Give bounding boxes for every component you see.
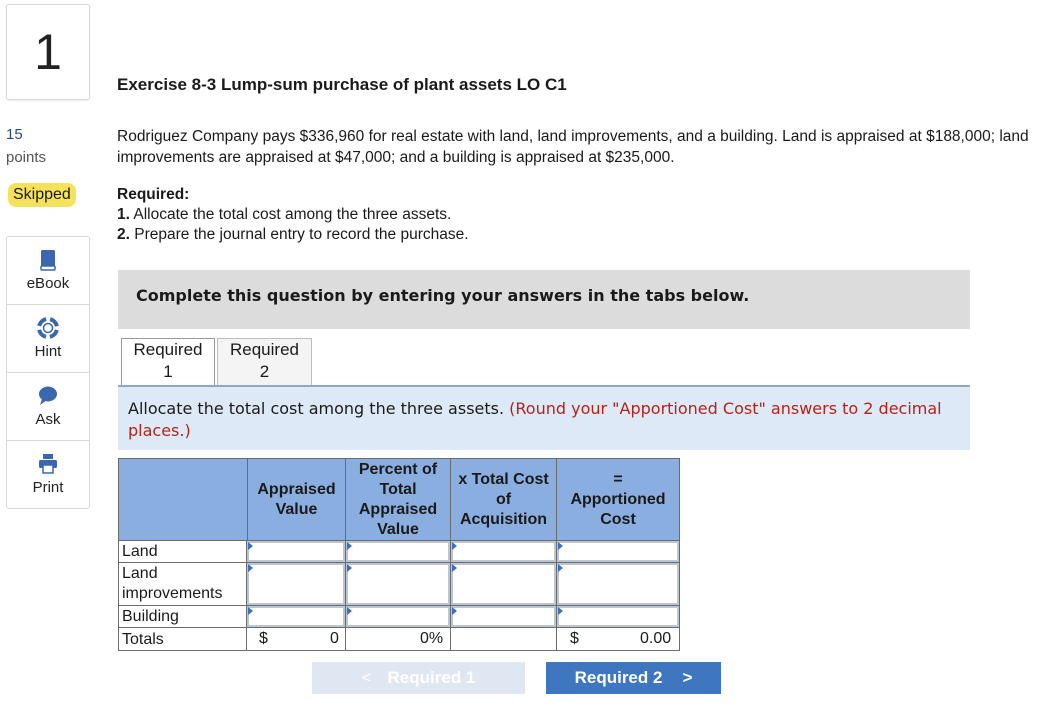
totals-currency-appraised: $ [259,630,268,647]
header-apportioned-cost: Apportioned Cost [570,490,666,528]
tab-2-line1: Required [230,340,299,359]
improvements-percent-input[interactable] [346,563,450,605]
hint-button[interactable]: Hint [7,305,89,373]
chat-bubble-icon [39,386,57,405]
chevron-left-icon: < [361,668,372,687]
print-label: Print [32,479,64,496]
totals-currency-apportioned: $ [570,630,579,647]
problem-text: Rodriguez Company pays $336,960 for real… [117,128,1029,166]
instruction-box: Allocate the total cost among the three … [118,387,970,450]
header-total-cost: x Total Cost of Acquisition [450,458,556,541]
instruction-paragraph: Allocate the total cost among the three … [128,398,958,442]
next-button-label: Required 2 [574,668,663,687]
building-appraised-input[interactable] [247,606,345,627]
instructions-banner: Complete this question by entering your … [118,270,970,329]
question-number: 1 [6,4,90,100]
prev-button-label: Required 1 [387,668,476,687]
required-item-2: 2. Prepare the journal entry to record t… [117,226,469,244]
tab-required-1[interactable]: Required 1 [121,338,215,385]
land-appraised-input[interactable] [247,541,345,562]
points-value: 15 [6,126,23,143]
tab-required-2[interactable]: Required 2 [217,338,312,385]
tools-panel: eBook Hint Ask Print [6,236,90,509]
land-percent-input[interactable] [346,541,450,562]
ebook-button[interactable]: eBook [7,237,89,305]
row-label-land-improvements: Land improvements [122,565,223,602]
instruction-text: Allocate the total cost among the three … [128,399,505,418]
points-label: points [6,149,47,166]
chevron-right-icon: > [682,668,693,687]
ask-label: Ask [35,411,61,428]
totals-appraised-value: 0 [330,630,339,647]
banner-text: Complete this question by entering your … [136,286,750,305]
row-label-land: Land [122,543,158,560]
next-required-button[interactable]: Required 2 > [546,662,721,694]
required-1-number: 1. [117,206,130,223]
status-badge: Skipped [8,183,76,207]
ask-button[interactable]: Ask [7,373,89,441]
row-label-building: Building [122,608,179,625]
totals-apportioned-cost: 0.00 [640,630,672,647]
tab-2-line2: 2 [259,362,270,381]
header-equals: = [613,470,623,488]
print-button[interactable]: Print [7,441,89,508]
header-percent-total: Percent of Total Appraised Value [345,458,450,541]
totals-percent: 0% [420,630,444,647]
improvements-appraised-input[interactable] [247,563,345,605]
required-heading: Required: [117,186,190,203]
hint-label: Hint [34,343,62,360]
building-apportioned-input[interactable] [557,606,679,627]
prev-required-button[interactable]: < Required 1 [312,662,525,694]
header-appraised-value: Appraised Value [247,458,345,541]
improvements-apportioned-input[interactable] [557,563,679,605]
exercise-title: Exercise 8-3 Lump-sum purchase of plant … [117,75,567,94]
building-percent-input[interactable] [346,606,450,627]
building-total-cost-input[interactable] [451,606,556,627]
header-apportioned-column: = Apportioned Cost [556,458,680,541]
land-apportioned-input[interactable] [557,541,679,562]
required-item-1: 1. Allocate the total cost among the thr… [117,206,451,224]
printer-icon [39,454,57,474]
required-2-number: 2. [117,226,130,243]
required-1-text: Allocate the total cost among the three … [129,206,452,223]
tab-1-line2: 1 [163,362,173,381]
land-total-cost-input[interactable] [451,541,556,562]
lifebuoy-icon [37,317,59,339]
tab-1-line1: Required [133,340,203,359]
row-label-totals: Totals [122,631,164,648]
ebook-label: eBook [26,275,70,292]
row-divider [118,627,680,628]
book-icon [40,250,56,271]
improvements-total-cost-input[interactable] [451,563,556,605]
required-2-text: Prepare the journal entry to record the … [129,226,469,243]
